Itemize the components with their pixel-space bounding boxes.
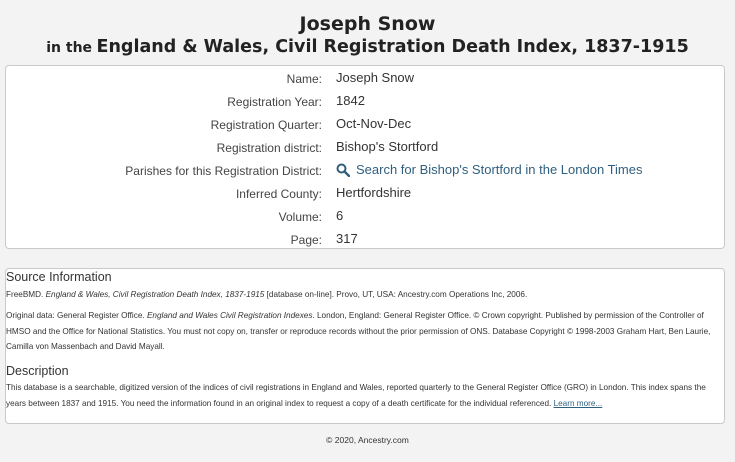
field-row-inferred-county: Inferred County: Hertfordshire xyxy=(6,184,724,206)
footer-copyright: © 2020, Ancestry.com xyxy=(326,435,409,445)
description-text: This database is a searchable, digitized… xyxy=(6,380,720,411)
link-text[interactable]: Search for Bishop's Stortford in the Lon… xyxy=(356,162,642,177)
collection-name: England & Wales, Civil Registration Deat… xyxy=(96,37,689,57)
person-name-title: Joseph Snow xyxy=(299,13,436,35)
citation-text: FreeBMD. England & Wales, Civil Registra… xyxy=(6,287,720,303)
description-heading: Description xyxy=(6,364,69,378)
field-label: Parishes for this Registration District: xyxy=(125,164,322,178)
field-label: Page: xyxy=(290,233,322,247)
field-value: Oct-Nov-Dec xyxy=(336,116,412,131)
citation-suffix: [database on-line]. Provo, UT, USA: Ance… xyxy=(264,290,528,299)
field-value: 6 xyxy=(336,208,344,223)
page-header: Joseph Snow in the England & Wales, Civi… xyxy=(0,0,735,60)
field-label: Registration Quarter: xyxy=(210,118,322,132)
field-value: 1842 xyxy=(336,93,365,108)
original-prefix: Original data: General Register Office. xyxy=(6,311,147,320)
field-label: Name: xyxy=(286,72,322,86)
citation-prefix: FreeBMD. xyxy=(6,290,46,299)
field-label: Registration Year: xyxy=(227,95,322,109)
field-label: Registration district: xyxy=(216,141,322,155)
field-label: Inferred County: xyxy=(235,187,322,201)
original-title: England and Wales Civil Registration Ind… xyxy=(146,311,313,320)
field-value: Joseph Snow xyxy=(336,70,415,85)
record-details-panel: Name: Joseph Snow Registration Year: 184… xyxy=(5,65,725,249)
london-times-search-link[interactable]: Search for Bishop's Stortford in the Lon… xyxy=(336,162,642,177)
field-row-name: Name: Joseph Snow xyxy=(6,69,724,91)
source-information-panel: Source Information FreeBMD. England & Wa… xyxy=(5,268,725,424)
learn-more-link[interactable]: Learn more... xyxy=(554,399,603,408)
field-value: 317 xyxy=(336,231,358,246)
field-row-registration-year: Registration Year: 1842 xyxy=(6,92,724,114)
title-prefix: in the xyxy=(46,40,93,56)
field-label: Volume: xyxy=(278,210,322,224)
citation-title: England & Wales, Civil Registration Deat… xyxy=(45,290,265,299)
field-row-page: Page: 317 xyxy=(6,230,724,252)
original-data-text: Original data: General Register Office. … xyxy=(6,308,720,355)
field-row-registration-district: Registration district: Bishop's Stortfor… xyxy=(6,138,724,160)
source-heading: Source Information xyxy=(6,270,112,284)
field-row-registration-quarter: Registration Quarter: Oct-Nov-Dec xyxy=(6,115,724,137)
collection-title: in the England & Wales, Civil Registrati… xyxy=(0,35,735,60)
search-icon xyxy=(336,163,351,177)
field-row-parishes: Parishes for this Registration District:… xyxy=(6,161,724,183)
field-value: Bishop's Stortford xyxy=(336,139,439,154)
field-value: Hertfordshire xyxy=(336,185,412,200)
field-row-volume: Volume: 6 xyxy=(6,207,724,229)
